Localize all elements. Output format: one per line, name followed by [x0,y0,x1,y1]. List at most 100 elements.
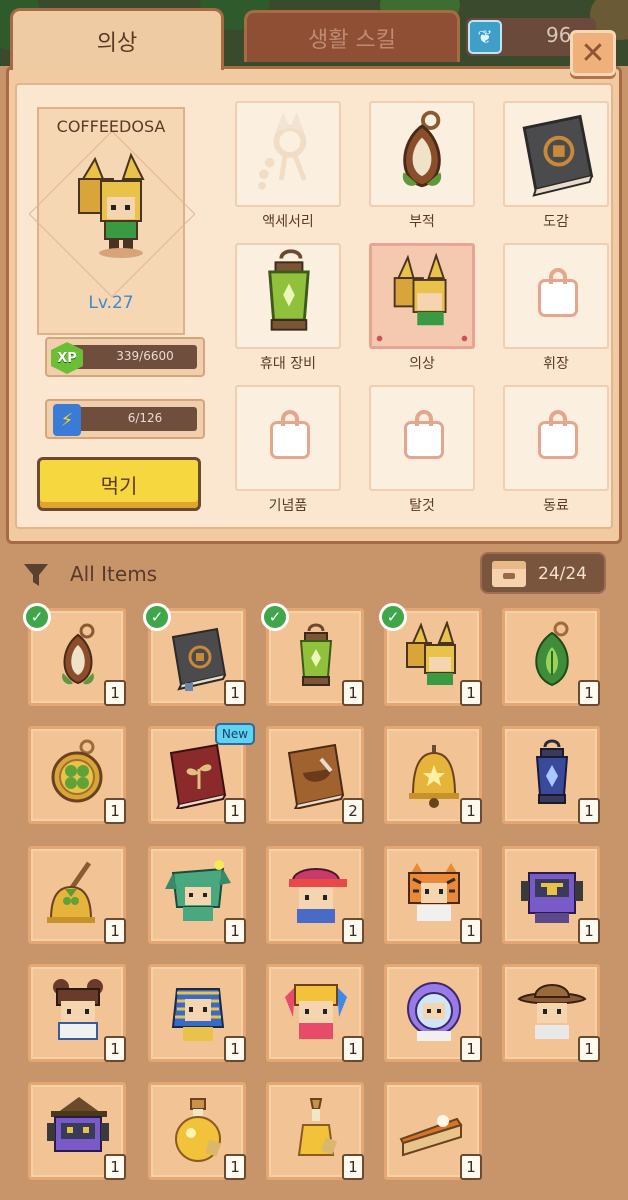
inventory-item[interactable]: 1 [266,1082,364,1180]
gear-book-icon [171,627,227,691]
slot-label-portable-gear: 휴대 장비 [260,356,316,372]
character-level: Lv.27 [88,293,134,313]
equipped-check-icon: ✓ [23,603,51,631]
close-button[interactable]: ✕ [570,30,616,76]
inventory-item[interactable]: 1 [502,964,600,1062]
item-count: 1 [342,918,364,944]
twin-tail-costume-icon [285,984,347,1039]
slot-label-souvenir: 기념품 [268,498,308,514]
inventory-item[interactable]: ✓ 1 [379,603,482,706]
slot-label-insignia: 휘장 [543,356,569,372]
close-icon: ✕ [580,35,606,71]
new-badge: New [215,723,255,745]
slot-insignia[interactable] [503,243,609,349]
slot-companion[interactable] [503,385,609,491]
inventory-item[interactable]: 1 [384,1082,482,1180]
horned-helmet-costume-icon [406,621,456,685]
equipped-check-icon: ✓ [261,603,289,631]
accessory-icon [258,112,307,190]
inventory-capacity: 24/24 [480,552,606,594]
slot-label-charm: 부적 [409,214,435,230]
lock-icon [270,410,310,459]
eat-button[interactable]: 먹기 [37,457,201,511]
slot-book[interactable] [503,101,609,207]
inventory-item[interactable]: 1 [384,964,482,1062]
inventory-item[interactable]: 1 [502,846,600,944]
sp-bar: ⚡ 6/126 [45,399,205,439]
storage-box-icon [492,561,526,587]
green-monster-costume-icon [165,860,231,921]
cowboy-costume-icon [517,984,587,1039]
inventory-item[interactable]: 1 [28,964,126,1062]
robot-costume-icon [521,872,583,923]
blue-lantern-icon [535,739,569,804]
character-card[interactable]: COFFEEDOSA Lv.27 [28,107,196,335]
slot-portable-gear[interactable] [235,243,341,349]
inventory-item[interactable]: ✓ 1 [143,603,246,706]
red-cap-costume-icon [289,868,347,923]
witch-robot-costume-icon [47,1097,109,1152]
pharaoh-costume-icon [171,988,225,1041]
equipped-check-icon: ✓ [143,603,171,631]
item-count: 1 [224,680,246,706]
inventory-item[interactable]: 1 [28,726,126,824]
equipment-panel: COFFEEDOSA Lv.27 XP 339/6600 ⚡ 6/126 먹기 … [6,66,622,544]
lock-icon [404,410,444,459]
tall-potion-icon [297,1098,338,1156]
inventory-item[interactable]: ✓ 1 [23,603,126,706]
bun-hair-costume-icon [53,979,103,1040]
inventory-item[interactable]: 1 [266,846,364,944]
clover-medallion-icon [51,739,103,803]
xp-value: 339/6600 [116,349,174,363]
slot-souvenir[interactable] [235,385,341,491]
inventory-item[interactable]: 1 [502,608,600,706]
lock-icon [538,410,578,459]
tab-costume[interactable]: 의상 [10,8,224,70]
character-name: COFFEEDOSA [56,117,166,136]
inventory-item[interactable]: 1 [28,1082,126,1180]
item-count: 1 [104,1036,126,1062]
pie-slice-icon [399,1115,463,1157]
slot-mount[interactable] [369,385,475,491]
leaf-gem-icon: ❦ [468,20,502,54]
slot-label-mount: 탈것 [409,498,435,514]
inventory-item[interactable]: 1 [148,1082,246,1180]
filter-funnel-icon[interactable] [22,560,50,588]
slot-label-companion: 동료 [543,498,569,514]
item-count: 1 [342,1154,364,1180]
inventory-item[interactable]: 1 [384,846,482,944]
slot-costume[interactable] [369,243,475,349]
inventory-item[interactable]: 2 [266,726,364,824]
inventory-item[interactable]: 1 [28,846,126,944]
lock-icon [538,268,578,317]
xp-bar: XP 339/6600 [45,337,205,377]
item-count: 1 [460,1154,482,1180]
green-lantern-icon [299,623,333,686]
sprout-book-icon [169,743,227,809]
slot-charm[interactable] [369,101,475,207]
inventory-item[interactable]: 1 [148,964,246,1062]
tab-life-skill[interactable]: 생활 스킬 [244,10,460,62]
slot-accessory[interactable] [235,101,341,207]
item-count: 1 [578,918,600,944]
inventory-item[interactable]: New 1 [148,723,255,824]
inventory-item[interactable]: ✓ 1 [261,603,364,706]
sp-lightning-icon: ⚡ [53,404,81,436]
item-count: 1 [460,918,482,944]
item-count: 1 [224,918,246,944]
item-count: 1 [224,798,246,824]
item-count: 1 [224,1154,246,1180]
currency-value: 96 [546,23,572,47]
slot-label-accessory: 액세서리 [262,214,314,230]
item-count: 1 [224,1036,246,1062]
book-icon [522,114,594,197]
inventory-item[interactable]: 1 [384,726,482,824]
inventory-item[interactable]: 1 [266,964,364,1062]
acorn-charm-icon [62,623,95,685]
slot-label-book: 도감 [543,214,569,230]
inventory-item[interactable]: 1 [148,846,246,944]
item-count: 1 [342,680,364,706]
leaf-charm-icon [535,621,569,687]
inventory-item[interactable]: 1 [502,726,600,824]
filter-label[interactable]: All Items [70,562,157,586]
